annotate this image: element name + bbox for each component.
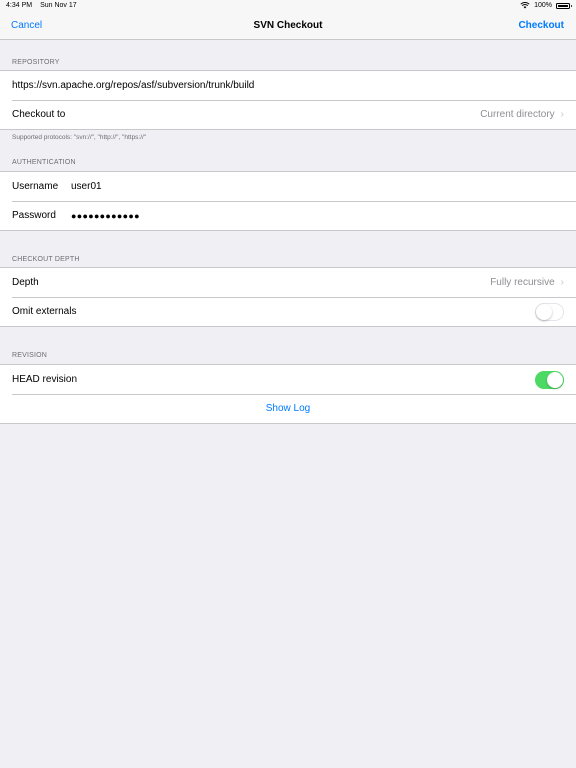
depth-value: Fully recursive	[490, 277, 555, 288]
status-time: 4:34 PM	[6, 2, 33, 9]
cancel-button[interactable]: Cancel	[11, 20, 42, 31]
password-label: Password	[12, 210, 56, 221]
chevron-right-icon: ›	[560, 109, 564, 120]
wifi-icon	[520, 2, 530, 9]
depth-row[interactable]: Depth Fully recursive ›	[0, 268, 576, 297]
head-revision-row: HEAD revision	[0, 365, 576, 394]
authentication-group: Username user01 Password ●●●●●●●●●●●●	[0, 171, 576, 231]
username-label: Username	[12, 181, 59, 192]
username-field[interactable]: user01	[71, 181, 102, 192]
repository-url-field[interactable]: https://svn.apache.org/repos/asf/subvers…	[0, 71, 576, 100]
checkout-to-row[interactable]: Checkout to Current directory ›	[0, 100, 576, 129]
battery-icon	[556, 2, 572, 9]
username-row[interactable]: Username user01	[0, 172, 576, 201]
show-log-button[interactable]: Show Log	[0, 394, 576, 423]
password-field[interactable]: ●●●●●●●●●●●●	[71, 211, 140, 221]
chevron-right-icon: ›	[560, 277, 564, 288]
show-log-label: Show Log	[265, 403, 311, 414]
checkout-to-label: Checkout to	[12, 109, 66, 120]
omit-externals-toggle[interactable]	[535, 302, 564, 321]
checkout-depth-section-header: CHECKOUT DEPTH	[12, 256, 80, 263]
omit-externals-label: Omit externals	[12, 306, 77, 317]
protocols-note: Supported protocols: "svn://", "http://"…	[12, 134, 147, 141]
repository-group: https://svn.apache.org/repos/asf/subvers…	[0, 70, 576, 130]
navigation-bar: Cancel SVN Checkout Checkout	[0, 11, 576, 40]
repository-section-header: REPOSITORY	[12, 59, 60, 66]
checkout-to-value: Current directory	[480, 109, 555, 120]
status-date: Sun Nov 17	[40, 2, 77, 9]
repository-url-value: https://svn.apache.org/repos/asf/subvers…	[12, 80, 255, 91]
password-row[interactable]: Password ●●●●●●●●●●●●	[0, 201, 576, 230]
battery-percent: 100%	[534, 2, 552, 9]
checkout-depth-group: Depth Fully recursive › Omit externals	[0, 267, 576, 327]
checkout-button[interactable]: Checkout	[518, 20, 564, 31]
depth-label: Depth	[12, 277, 39, 288]
head-revision-label: HEAD revision	[12, 374, 78, 385]
revision-section-header: REVISION	[12, 352, 48, 359]
head-revision-toggle[interactable]	[535, 370, 564, 389]
revision-group: HEAD revision Show Log	[0, 364, 576, 424]
omit-externals-row: Omit externals	[0, 297, 576, 326]
authentication-section-header: AUTHENTICATION	[12, 159, 76, 166]
status-bar: 4:34 PM Sun Nov 17 100%	[0, 0, 576, 11]
page-title: SVN Checkout	[253, 19, 323, 31]
